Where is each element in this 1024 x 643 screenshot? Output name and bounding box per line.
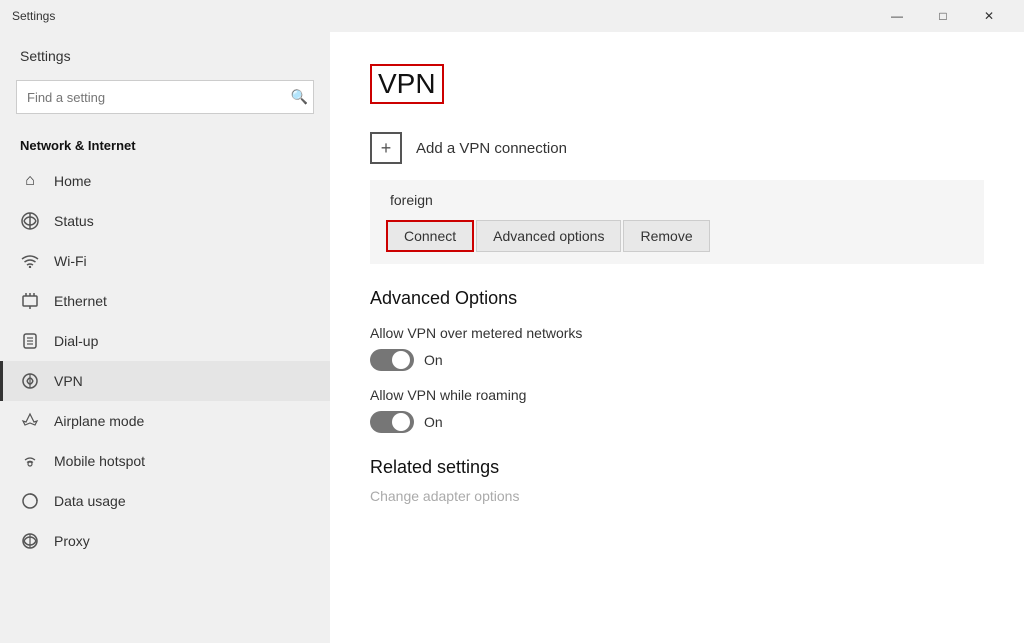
maximize-button[interactable]: □ (920, 0, 966, 32)
toggle-roaming[interactable] (370, 411, 414, 433)
home-icon: ⌂ (20, 171, 40, 191)
toggle-roaming-row: On (370, 411, 984, 433)
toggle-roaming-label: On (424, 414, 443, 430)
app-title: Settings (12, 9, 55, 23)
option-roaming: Allow VPN while roaming On (370, 387, 984, 433)
vpn-icon (20, 371, 40, 391)
advanced-options-button[interactable]: Advanced options (476, 220, 621, 252)
sidebar-item-vpn[interactable]: VPN (0, 361, 330, 401)
connect-button[interactable]: Connect (386, 220, 474, 252)
sidebar-item-dialup-label: Dial-up (54, 333, 98, 349)
related-settings-title: Related settings (370, 457, 984, 478)
sidebar-item-airplane-label: Airplane mode (54, 413, 144, 429)
vpn-name: foreign (386, 192, 968, 208)
airplane-icon (20, 411, 40, 431)
add-vpn-row[interactable]: + Add a VPN connection (370, 128, 984, 168)
close-button[interactable]: ✕ (966, 0, 1012, 32)
option-metered-label: Allow VPN over metered networks (370, 325, 984, 341)
vpn-buttons: Connect Advanced options Remove (386, 220, 968, 252)
minimize-button[interactable]: — (874, 0, 920, 32)
sidebar-item-airplane[interactable]: Airplane mode (0, 401, 330, 441)
sidebar: Settings 🔍 Network & Internet ⌂ Home Sta… (0, 32, 330, 643)
toggle-metered-label: On (424, 352, 443, 368)
advanced-options-title: Advanced Options (370, 288, 984, 309)
search-input[interactable] (16, 80, 314, 114)
dialup-icon (20, 331, 40, 351)
sidebar-item-home-label: Home (54, 173, 91, 189)
sidebar-item-proxy-label: Proxy (54, 533, 90, 549)
option-roaming-label: Allow VPN while roaming (370, 387, 984, 403)
titlebar: Settings — □ ✕ (0, 0, 1024, 32)
change-adapter-options-link[interactable]: Change adapter options (370, 488, 984, 504)
search-icon-button[interactable]: 🔍 (291, 89, 308, 106)
sidebar-item-ethernet-label: Ethernet (54, 293, 107, 309)
toggle-metered[interactable] (370, 349, 414, 371)
sidebar-item-proxy[interactable]: Proxy (0, 521, 330, 561)
sidebar-header-label: Settings (0, 32, 330, 72)
search-container: 🔍 (16, 80, 314, 114)
add-vpn-icon: + (370, 132, 402, 164)
toggle-metered-row: On (370, 349, 984, 371)
remove-button[interactable]: Remove (623, 220, 709, 252)
option-metered-networks: Allow VPN over metered networks On (370, 325, 984, 371)
sidebar-item-wifi-label: Wi-Fi (54, 253, 87, 269)
hotspot-icon (20, 451, 40, 471)
sidebar-item-status[interactable]: Status (0, 201, 330, 241)
sidebar-item-home[interactable]: ⌂ Home (0, 161, 330, 201)
sidebar-item-datausage-label: Data usage (54, 493, 126, 509)
vpn-connection-item: foreign Connect Advanced options Remove (370, 180, 984, 264)
sidebar-item-hotspot-label: Mobile hotspot (54, 453, 145, 469)
sidebar-item-ethernet[interactable]: Ethernet (0, 281, 330, 321)
datausage-icon (20, 491, 40, 511)
ethernet-icon (20, 291, 40, 311)
sidebar-item-dialup[interactable]: Dial-up (0, 321, 330, 361)
sidebar-section-title: Network & Internet (0, 130, 330, 161)
wifi-icon (20, 251, 40, 271)
sidebar-item-status-label: Status (54, 213, 94, 229)
page-title: VPN (370, 64, 444, 104)
sidebar-item-hotspot[interactable]: Mobile hotspot (0, 441, 330, 481)
sidebar-item-wifi[interactable]: Wi-Fi (0, 241, 330, 281)
sidebar-item-datausage[interactable]: Data usage (0, 481, 330, 521)
proxy-icon (20, 531, 40, 551)
main-content: Settings 🔍 Network & Internet ⌂ Home Sta… (0, 32, 1024, 643)
status-icon (20, 211, 40, 231)
window-controls: — □ ✕ (874, 0, 1012, 32)
sidebar-item-vpn-label: VPN (54, 373, 83, 389)
add-vpn-label: Add a VPN connection (416, 140, 567, 157)
right-panel: VPN + Add a VPN connection foreign Conne… (330, 32, 1024, 643)
